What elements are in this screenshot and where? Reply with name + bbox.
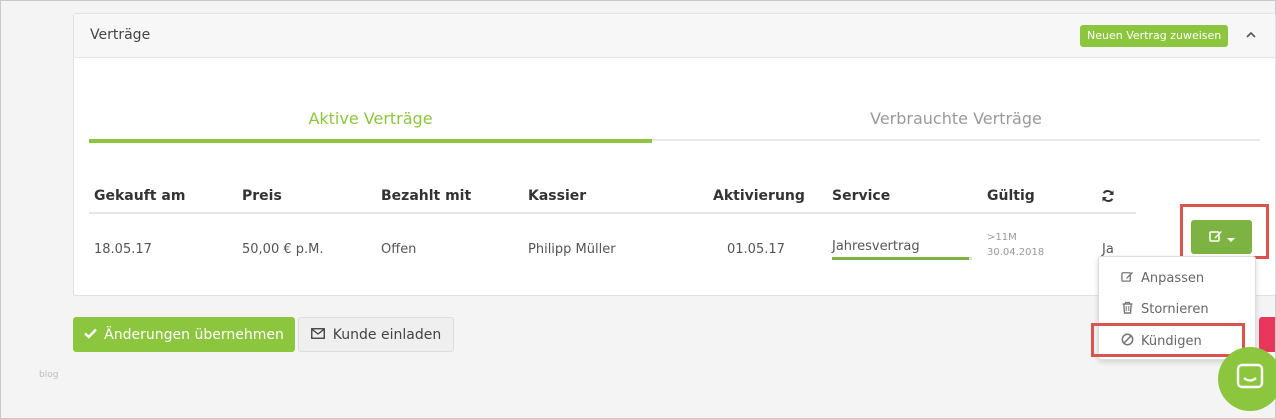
chat-icon [1235,362,1265,396]
column-header-service[interactable]: Service [832,188,890,204]
apply-changes-button[interactable]: Änderungen übernehmen [73,317,295,352]
cell-valid-remaining: >11M [987,232,1017,243]
service-progress-bar [832,257,972,260]
watermark-text: blog [39,370,59,380]
trash-icon [1121,301,1134,318]
apply-changes-label: Änderungen übernehmen [104,326,284,343]
column-header-activation[interactable]: Aktivierung [713,188,805,204]
panel-header[interactable]: Verträge Neuen Vertrag zuweisen [74,14,1275,58]
tab-active-contracts[interactable]: Aktive Verträge [89,109,652,143]
annotation-highlight-terminate [1091,323,1245,357]
cell-activation: 01.05.17 [727,242,785,257]
tab-label: Verbrauchte Verträge [870,109,1042,128]
cell-price: 50,00 € p.M. [242,242,324,257]
cell-service: Jahresvertrag [832,239,920,254]
envelope-icon [310,327,325,343]
cell-purchased: 18.05.17 [94,242,152,257]
cell-valid-until: 30.04.2018 [987,247,1045,258]
invite-customer-button[interactable]: Kunde einladen [298,317,454,352]
refresh-icon [1101,189,1115,207]
menu-item-label: Stornieren [1141,301,1209,317]
table-header-divider [89,212,1136,214]
delete-button-partial[interactable] [1259,317,1275,352]
service-progress-fill [832,257,970,260]
row-action-button[interactable] [1191,220,1252,254]
column-header-purchased[interactable]: Gekauft am [94,188,185,204]
chat-widget-button[interactable] [1218,347,1276,411]
column-header-valid[interactable]: Gültig [987,188,1035,204]
cell-renew: Ja [1102,242,1114,257]
column-header-price[interactable]: Preis [242,188,282,204]
check-icon [84,327,98,343]
caret-down-icon [1226,228,1235,247]
edit-icon [1208,228,1223,247]
assign-contract-button[interactable]: Neuen Vertrag zuweisen [1080,25,1229,47]
cell-paid-with: Offen [381,242,417,257]
chevron-up-icon[interactable] [1244,27,1258,43]
invite-customer-label: Kunde einladen [332,326,442,343]
contracts-panel: Verträge Neuen Vertrag zuweisen Aktive V… [73,13,1276,296]
column-header-cashier[interactable]: Kassier [528,188,586,204]
tab-used-contracts[interactable]: Verbrauchte Verträge [652,109,1260,141]
column-header-paid-with[interactable]: Bezahlt mit [381,188,471,204]
menu-item-label: Anpassen [1141,270,1205,286]
menu-item-cancel[interactable]: Stornieren [1099,295,1255,323]
menu-item-adjust[interactable]: Anpassen [1099,264,1255,292]
edit-icon [1121,270,1134,287]
tab-label: Aktive Verträge [308,109,433,128]
cell-cashier: Philipp Müller [528,242,616,257]
panel-title: Verträge [90,27,151,43]
